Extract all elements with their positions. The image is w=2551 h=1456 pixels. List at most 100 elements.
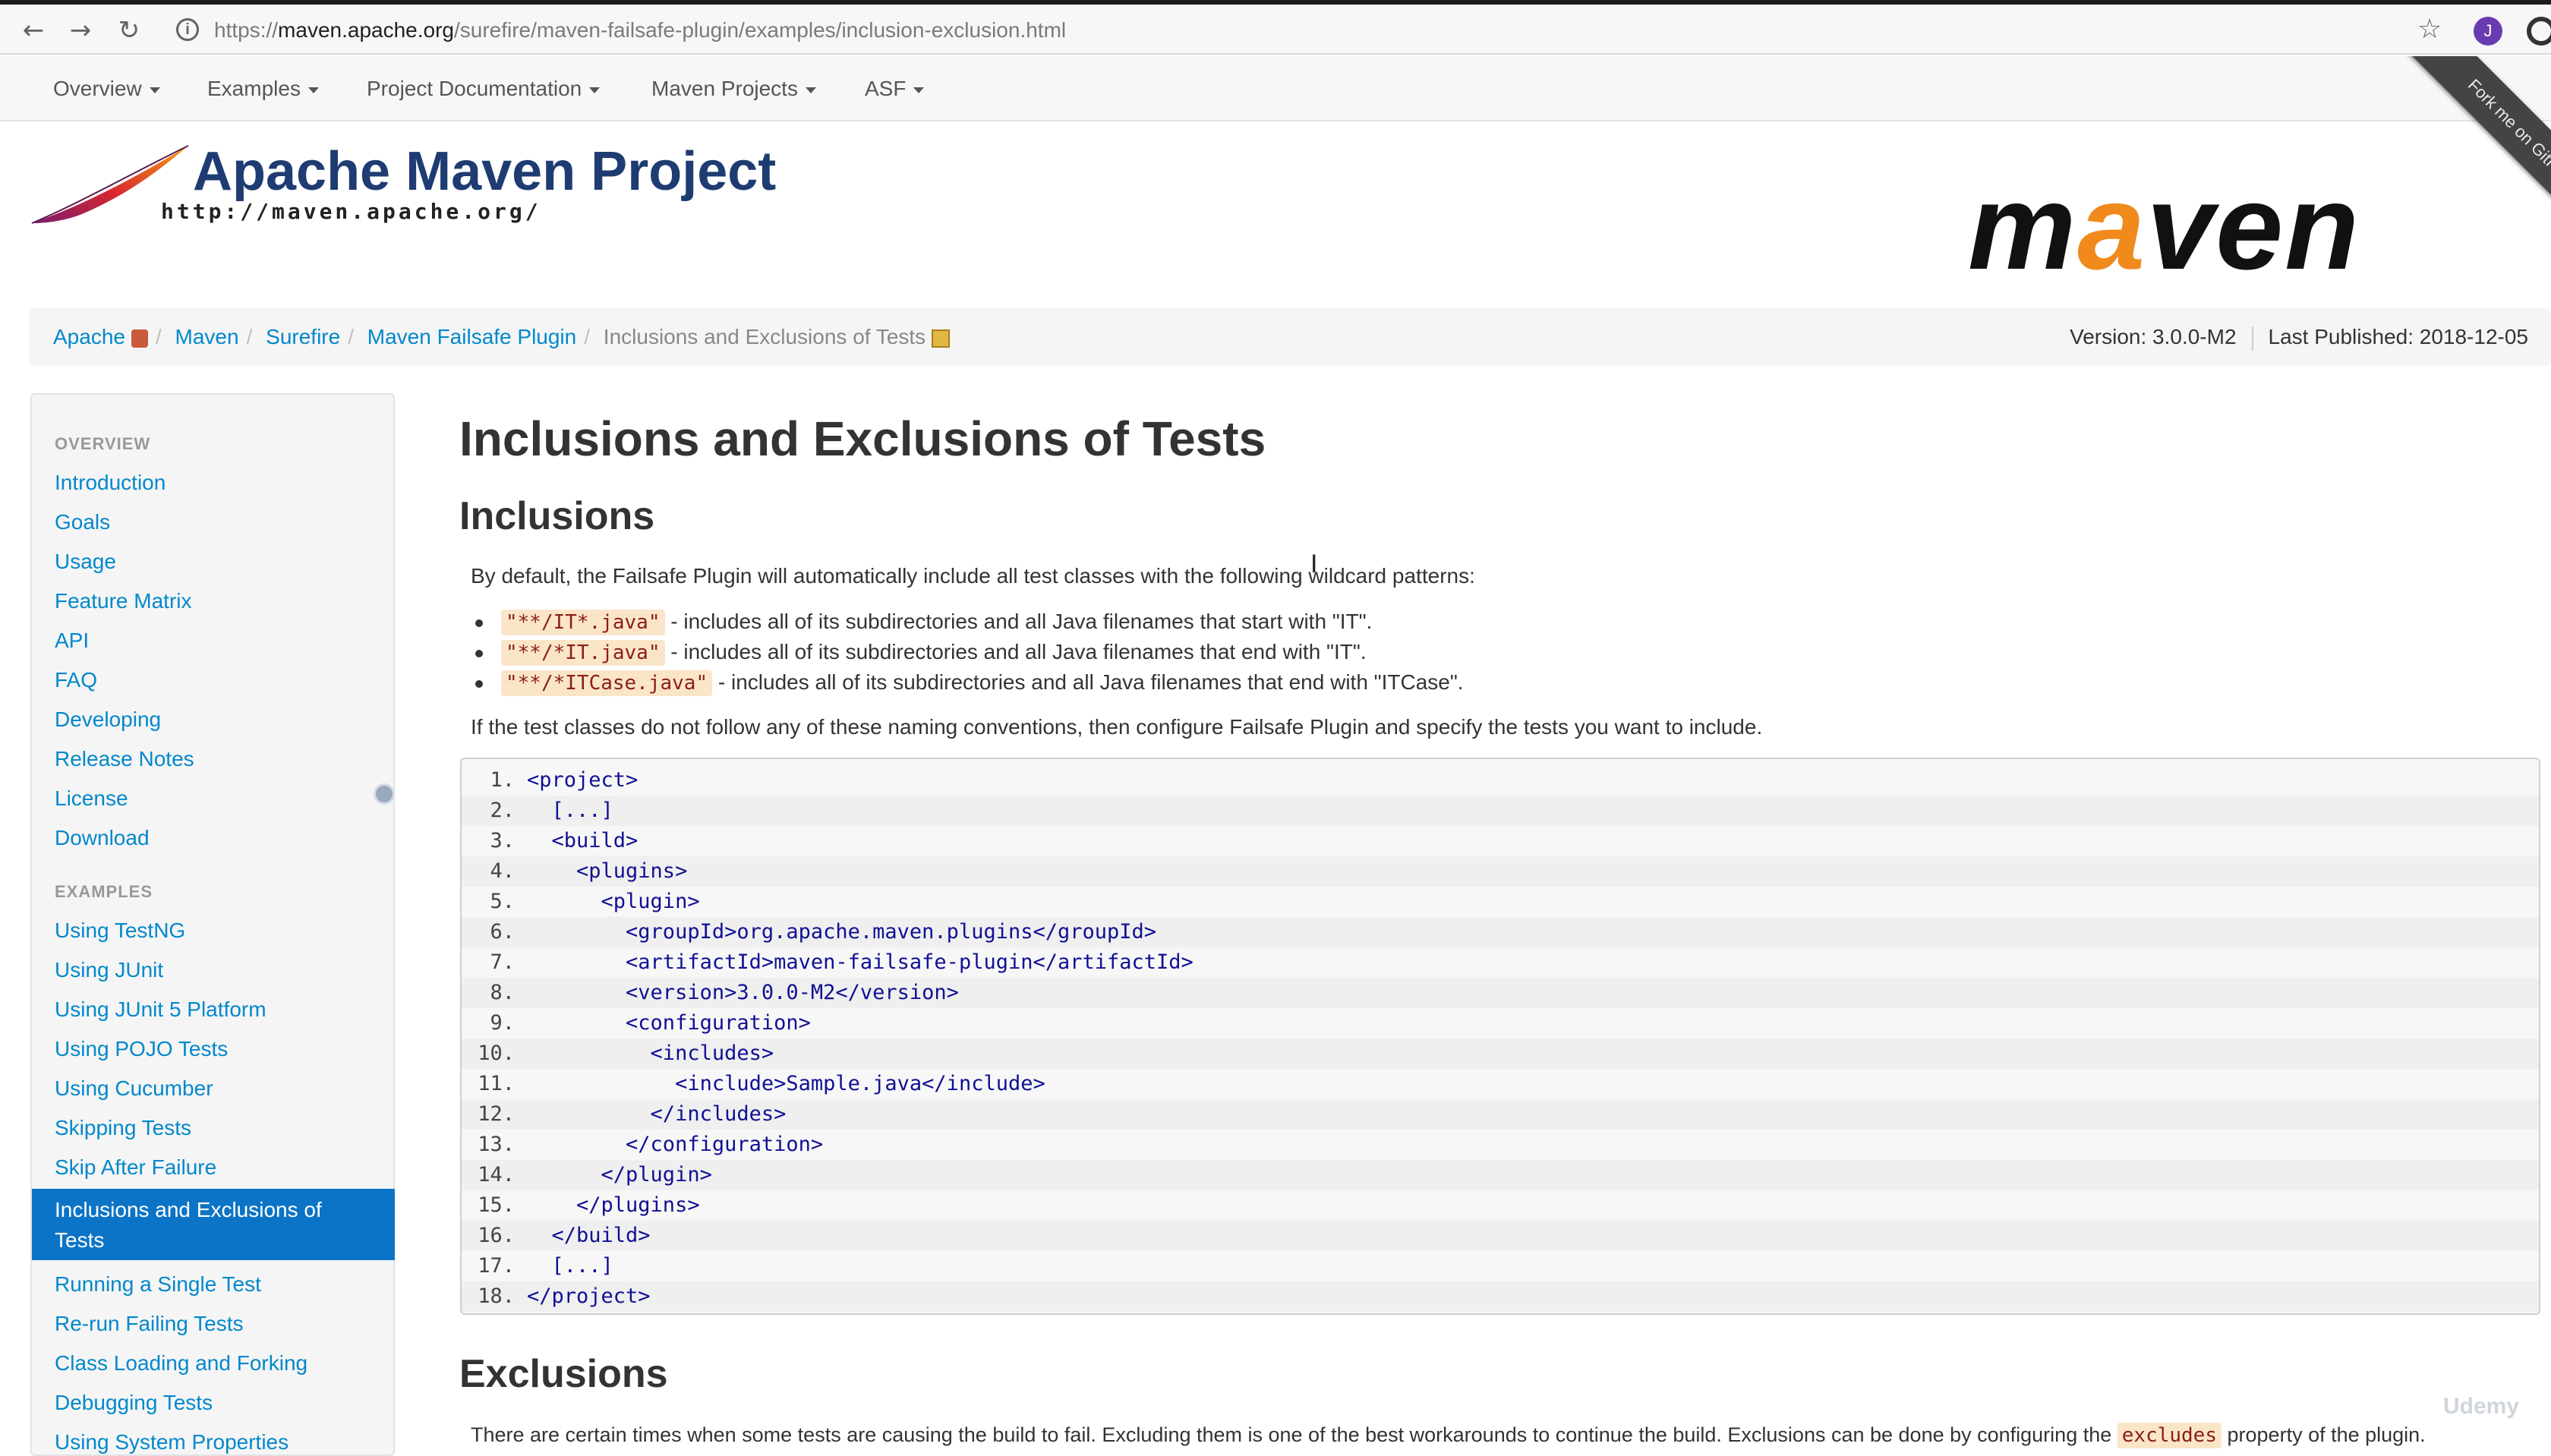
code-text: </project> (527, 1284, 651, 1308)
license-badge-icon (374, 783, 395, 805)
address-bar[interactable]: https://maven.apache.org/surefire/maven-… (214, 17, 1066, 44)
udemy-watermark: Udemy (2443, 1394, 2520, 1419)
code-text: [...] (527, 1254, 613, 1278)
code-text: <groupId>org.apache.maven.plugins</group… (527, 920, 1157, 944)
version-label: Version: 3.0.0-M2 (2070, 325, 2237, 348)
sidebar-item-license[interactable]: License (55, 785, 128, 812)
code-text: <plugins> (527, 859, 688, 883)
caret-down-icon (589, 87, 601, 93)
site-info-icon[interactable]: i (176, 18, 199, 41)
sidebar-item-introduction[interactable]: Introduction (55, 469, 166, 496)
sidebar-header-overview: OVERVIEW (55, 434, 151, 453)
sidebar-item-using-pojo[interactable]: Using POJO Tests (55, 1035, 228, 1063)
sidebar-item-class-loading[interactable]: Class Loading and Forking (55, 1350, 307, 1377)
nav-overview[interactable]: Overview (53, 76, 160, 102)
code-line: 2. [...] (462, 796, 2539, 826)
breadcrumb-maven[interactable]: Maven (175, 325, 239, 348)
nav-examples[interactable]: Examples (207, 76, 319, 102)
nav-maven-projects[interactable]: Maven Projects (651, 76, 816, 102)
code-text: <artifactId>maven-failsafe-plugin</artif… (527, 950, 1194, 974)
breadcrumb-separator: / (155, 325, 162, 348)
exclusions-intro: There are certain times when some tests … (471, 1421, 2426, 1449)
sidebar-item-api[interactable]: API (55, 627, 89, 654)
code-line: 4. <plugins> (462, 856, 2539, 887)
sidebar-item-usage[interactable]: Usage (55, 548, 116, 575)
page-title: Inclusions and Exclusions of Tests (459, 411, 1266, 466)
forward-icon[interactable]: → (65, 15, 96, 46)
sidebar-item-release-notes[interactable]: Release Notes (55, 745, 194, 773)
maven-logo[interactable]: maven (1968, 162, 2360, 292)
inline-code: "**/*IT.java" (501, 640, 665, 666)
breadcrumb-apache[interactable]: Apache (53, 325, 125, 348)
breadcrumb-failsafe-plugin[interactable]: Maven Failsafe Plugin (367, 325, 576, 348)
code-text: </plugins> (527, 1193, 700, 1217)
nav-asf[interactable]: ASF (865, 76, 925, 102)
sidebar-item-goals[interactable]: Goals (55, 509, 110, 536)
sidebar-item-system-properties[interactable]: Using System Properties (55, 1429, 289, 1456)
line-number: 13. (478, 1133, 515, 1156)
sidebar: OVERVIEW Introduction Goals Usage Featur… (30, 393, 395, 1456)
back-icon[interactable]: ← (18, 15, 49, 46)
breadcrumb-separator: / (348, 325, 354, 348)
fork-github-ribbon[interactable]: Fork me on GitHub (2392, 56, 2551, 254)
code-text: <plugin> (527, 890, 700, 913)
sidebar-item-debugging-tests[interactable]: Debugging Tests (55, 1389, 213, 1417)
line-number: 9. (490, 1011, 515, 1035)
code-text: <build> (527, 829, 639, 852)
nav-project-documentation[interactable]: Project Documentation (367, 76, 601, 102)
reload-icon[interactable]: ↻ (114, 15, 144, 46)
sidebar-item-inclusions-exclusions[interactable]: Inclusions and Exclusions of Tests (32, 1189, 395, 1260)
code-line: 10. <includes> (462, 1038, 2539, 1069)
sidebar-item-feature-matrix[interactable]: Feature Matrix (55, 588, 192, 615)
code-text: <includes> (527, 1042, 774, 1065)
line-number: 2. (490, 799, 515, 822)
nav-examples-label: Examples (207, 77, 301, 100)
line-number: 1. (490, 768, 515, 792)
breadcrumb-surefire[interactable]: Surefire (266, 325, 340, 348)
apache-feather-small-icon (131, 329, 148, 348)
url-domain: maven.apache.org (278, 18, 454, 42)
sidebar-item-using-junit[interactable]: Using JUnit (55, 956, 163, 984)
caret-down-icon (805, 87, 816, 93)
code-line: 3. <build> (462, 826, 2539, 856)
edit-icon[interactable] (932, 329, 951, 348)
bookmark-star-icon[interactable]: ☆ (2417, 14, 2442, 45)
site-title[interactable]: Apache Maven Project (193, 141, 776, 202)
code-text: <include>Sample.java</include> (527, 1072, 1045, 1095)
sidebar-item-skipping-tests[interactable]: Skipping Tests (55, 1114, 191, 1142)
site-url[interactable]: http://maven.apache.org/ (161, 199, 541, 224)
url-prefix: https:// (214, 18, 279, 42)
code-line: 5. <plugin> (462, 887, 2539, 917)
code-line: 13. </configuration> (462, 1130, 2539, 1160)
inline-code: "**/*ITCase.java" (501, 670, 713, 696)
sidebar-item-using-junit5[interactable]: Using JUnit 5 Platform (55, 996, 266, 1023)
sidebar-item-rerun-failing-tests[interactable]: Re-run Failing Tests (55, 1310, 243, 1338)
nav-project-documentation-label: Project Documentation (367, 77, 582, 100)
breadcrumb-separator: / (246, 325, 253, 348)
version-info: Version: 3.0.0-M2 Last Published: 2018-12… (2070, 323, 2528, 351)
breadcrumb: Apache / Maven / Surefire / Maven Failsafe … (29, 308, 2551, 366)
exclusions-tail: property of the plugin. (2227, 1423, 2426, 1446)
logo-part: m (1968, 159, 2078, 295)
meta-divider (2251, 326, 2253, 351)
line-number: 17. (478, 1254, 515, 1278)
line-number: 5. (490, 890, 515, 913)
nav-asf-label: ASF (865, 77, 907, 100)
code-line: 14. </plugin> (462, 1160, 2539, 1190)
sidebar-item-using-testng[interactable]: Using TestNG (55, 917, 185, 944)
code-text: </configuration> (527, 1133, 824, 1156)
profile-avatar[interactable]: J (2474, 17, 2502, 46)
sidebar-item-using-cucumber[interactable]: Using Cucumber (55, 1075, 213, 1102)
sidebar-item-skip-after-failure[interactable]: Skip After Failure (55, 1154, 216, 1181)
sidebar-item-download[interactable]: Download (55, 824, 150, 852)
sidebar-item-running-single-test[interactable]: Running a Single Test (55, 1271, 261, 1298)
code-text: </plugin> (527, 1163, 712, 1187)
sidebar-item-faq[interactable]: FAQ (55, 667, 97, 694)
line-number: 11. (478, 1072, 515, 1095)
code-block[interactable]: 1. <project> 2. [...] 3. <build> 4. <plug… (460, 758, 2540, 1315)
sidebar-item-developing[interactable]: Developing (55, 706, 161, 733)
line-number: 14. (478, 1163, 515, 1187)
caret-down-icon (307, 87, 319, 93)
extension-icon[interactable] (2527, 17, 2551, 46)
code-line: 11. <include>Sample.java</include> (462, 1069, 2539, 1099)
